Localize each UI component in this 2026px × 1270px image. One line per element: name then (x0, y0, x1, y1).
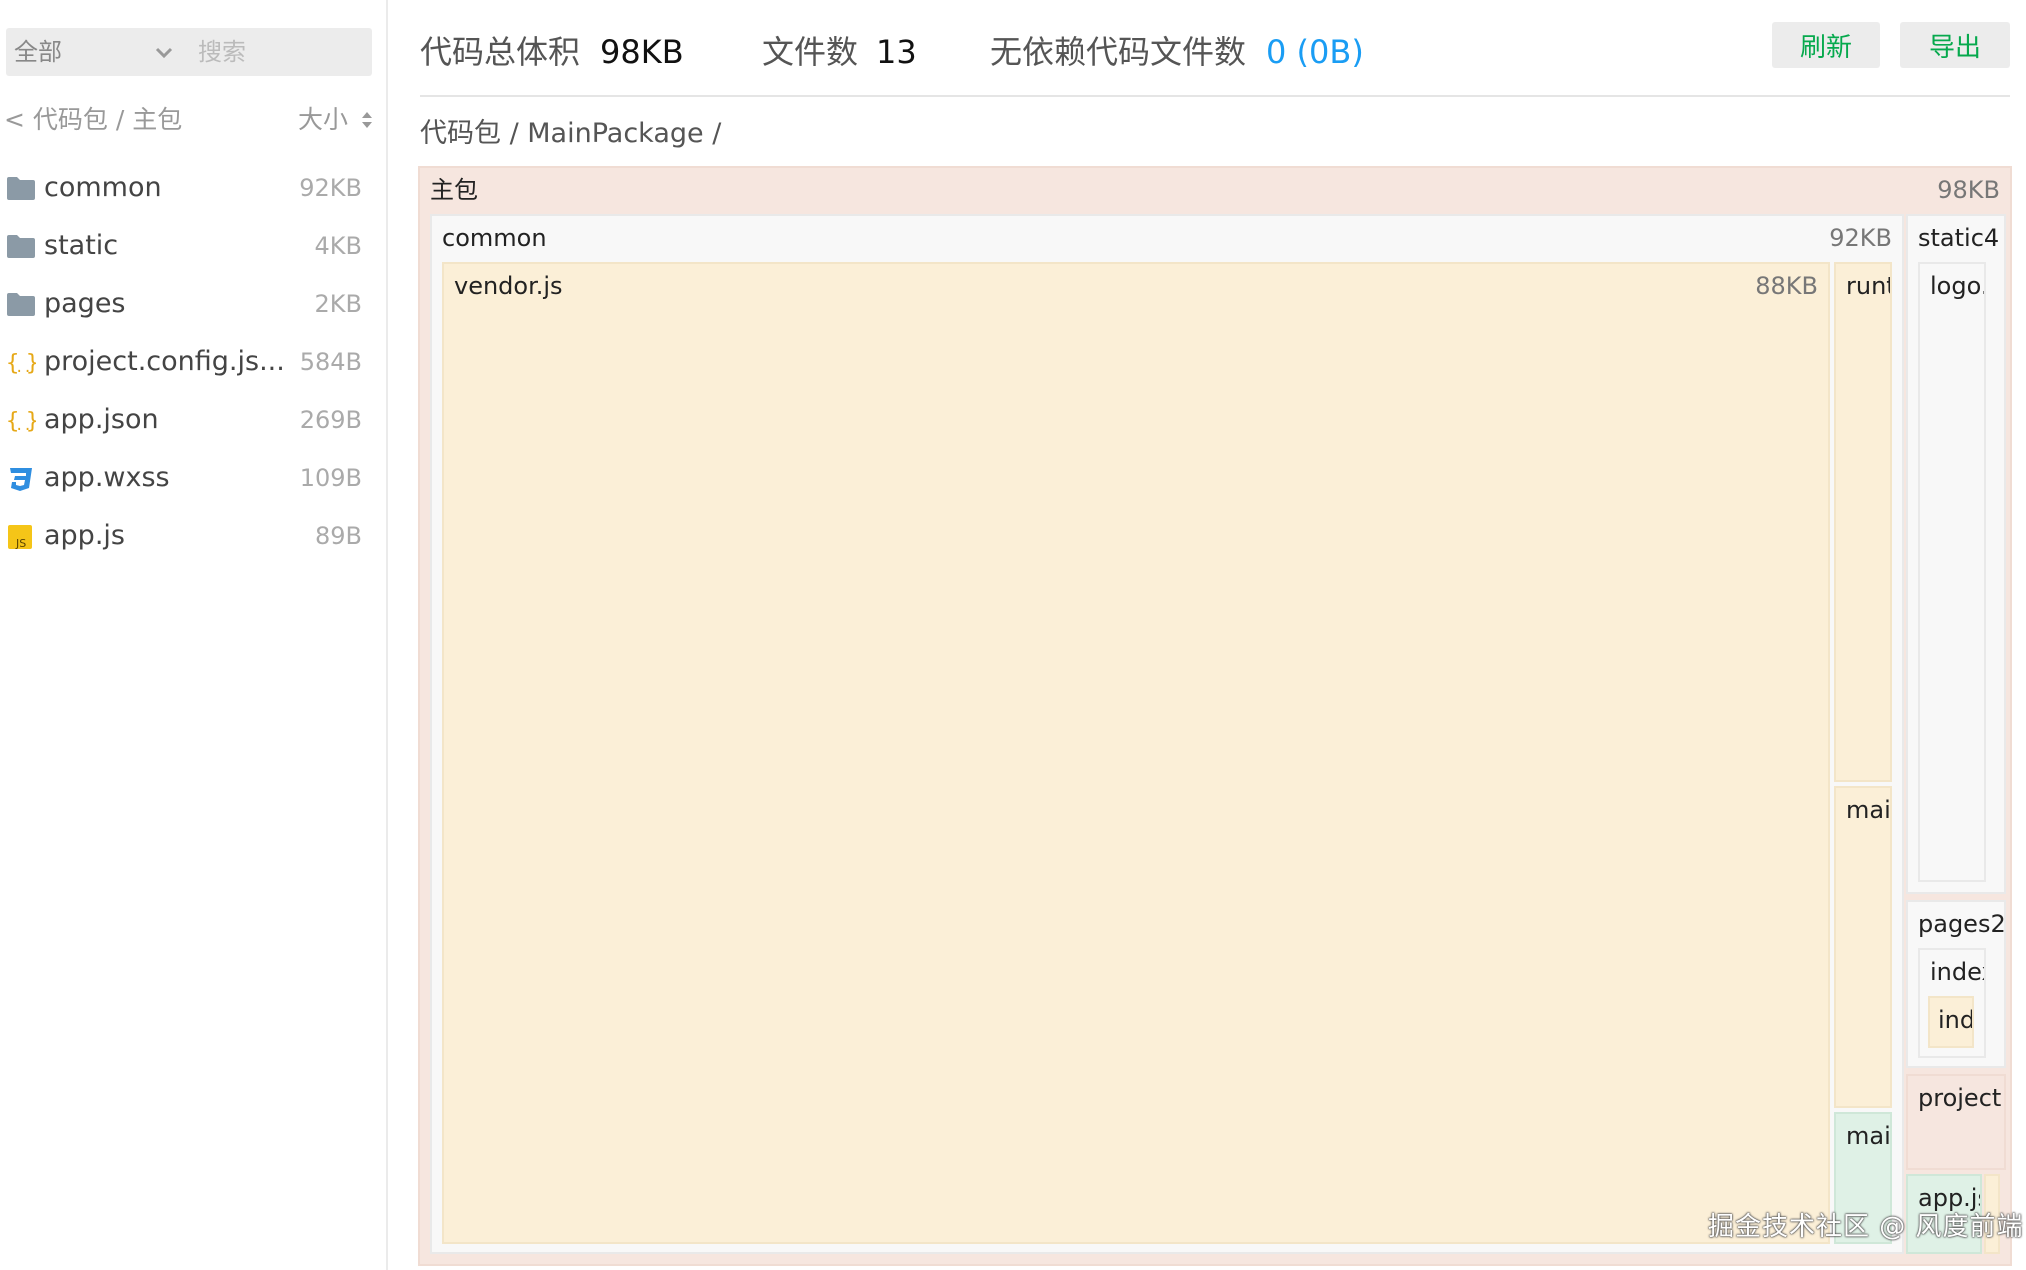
back-link[interactable]: < 代码包 / 主包 (4, 98, 182, 142)
scope-select[interactable]: 全部 (6, 28, 182, 76)
breadcrumb: 代码包 / MainPackage / (420, 118, 722, 149)
node-label: index (1930, 958, 1984, 986)
export-button[interactable]: 导出 (1900, 22, 2010, 68)
node-label: common (442, 224, 547, 252)
header-divider (420, 95, 2010, 97)
node-size: 92KB (1829, 224, 1892, 252)
nodep-files-label: 无依赖代码文件数 (990, 33, 1247, 71)
file-list-item[interactable]: { .. } project.config.js... 584B (0, 333, 388, 391)
sort-by-size-control[interactable]: 大小 (298, 98, 378, 142)
filter-bar: 全部 (6, 28, 372, 76)
sidebar-header-row: < 代码包 / 主包 大小 (4, 98, 374, 142)
total-size-label: 代码总体积 (420, 33, 581, 71)
file-size: 584B (299, 348, 362, 376)
json-file-icon: { .. } (6, 409, 36, 434)
file-size: 92KB (299, 174, 362, 202)
treemap-node-project-config[interactable]: project (1906, 1074, 2006, 1170)
node-label: runt (1846, 272, 1892, 300)
file-name: static (44, 230, 119, 261)
file-count-value: 13 (876, 33, 917, 71)
js-file-icon: JS (8, 525, 32, 550)
node-label: project (1918, 1084, 2002, 1112)
file-list-item[interactable]: JS app.js 89B (0, 507, 388, 565)
file-name: app.json (44, 404, 159, 435)
sidebar: 全部 < 代码包 / 主包 大小 common 92KB static 4KB (0, 0, 388, 1270)
scope-select-value: 全部 (14, 38, 62, 66)
node-label: 主包 (430, 176, 478, 204)
json-file-icon: { .. } (6, 351, 36, 376)
node-label: static4 (1918, 224, 2000, 252)
svg-text:}: } (26, 351, 36, 376)
file-list-item[interactable]: static 4KB (0, 217, 388, 275)
file-count-label: 文件数 (762, 33, 859, 71)
watermark: 掘金技术社区 @ 风度前端 (1708, 1212, 2024, 1242)
folder-icon (7, 293, 35, 316)
treemap-node-logo[interactable]: logo. (1918, 262, 1986, 882)
total-size-value: 98KB (600, 33, 684, 71)
node-label: logo. (1930, 272, 1986, 300)
file-name: common (44, 172, 162, 203)
node-label: pages2 (1918, 910, 2006, 938)
file-list-item[interactable]: common 92KB (0, 159, 388, 217)
sort-icon (362, 112, 372, 128)
file-list-item[interactable]: { .. } app.json 269B (0, 391, 388, 449)
node-label: mai (1846, 796, 1891, 824)
file-size: 89B (314, 522, 362, 550)
node-size: 88KB (1755, 272, 1818, 300)
file-name: project.config.js... (44, 346, 285, 377)
file-name: pages (44, 288, 126, 319)
search-input[interactable] (198, 32, 368, 72)
chevron-down-icon (155, 47, 173, 59)
folder-icon (7, 235, 35, 258)
file-name: app.js (44, 520, 125, 551)
treemap-node-index-file[interactable]: ind (1928, 996, 1974, 1048)
file-size: 109B (299, 464, 362, 492)
file-size: 269B (299, 406, 362, 434)
folder-icon (7, 177, 35, 200)
node-label: ind (1938, 1006, 1974, 1034)
file-size: 4KB (314, 232, 362, 260)
treemap-node-runtime[interactable]: runt (1834, 262, 1892, 782)
file-list-item[interactable]: app.wxss 109B (0, 449, 388, 507)
file-size: 2KB (314, 290, 362, 318)
node-label: vendor.js (454, 272, 563, 300)
file-list-item[interactable]: pages 2KB (0, 275, 388, 333)
node-size: 98KB (1937, 176, 2000, 204)
nodep-files-value[interactable]: 0 (0B) (1266, 30, 1364, 74)
file-name: app.wxss (44, 462, 170, 493)
sort-label: 大小 (298, 105, 349, 134)
css-file-icon (10, 468, 32, 491)
refresh-button[interactable]: 刷新 (1772, 22, 1880, 68)
svg-text:JS: JS (15, 537, 26, 550)
treemap-node-main-1[interactable]: mai (1834, 786, 1892, 1108)
svg-text:}: } (26, 409, 36, 434)
treemap-node-vendor-js[interactable]: vendor.js 88KB (442, 262, 1830, 1244)
node-label: mai (1846, 1122, 1891, 1150)
